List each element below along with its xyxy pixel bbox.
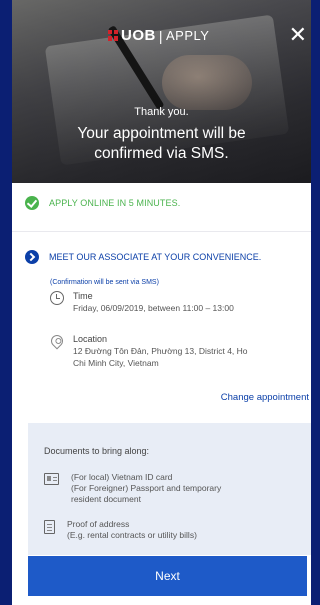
id-card-icon — [44, 473, 59, 485]
document-item-id: (For local) Vietnam ID card (For Foreign… — [44, 472, 221, 505]
document-line: (For local) Vietnam ID card — [71, 472, 173, 482]
location-line-2: Chi Minh City, Vietnam — [73, 358, 159, 368]
close-icon[interactable]: ✕ — [289, 24, 307, 46]
time-value: Friday, 06/09/2019, between 11:00 – 13:0… — [73, 303, 234, 313]
divider — [12, 231, 311, 232]
document-icon — [44, 520, 55, 534]
uob-logo-icon — [108, 30, 118, 41]
document-item-address: Proof of address (E.g. rental contracts … — [44, 519, 197, 541]
appointment-location: Location 12 Đường Tôn Đản, Phường 13, Di… — [48, 332, 248, 369]
brand-section: APPLY — [165, 28, 210, 43]
document-line: Proof of address — [67, 519, 130, 529]
check-circle-icon — [25, 196, 39, 210]
arrow-circle-icon — [25, 250, 39, 264]
location-line-1: 12 Đường Tôn Đản, Phường 13, District 4,… — [73, 346, 248, 356]
time-label: Time — [73, 291, 93, 301]
document-line: resident document — [71, 494, 141, 504]
location-label: Location — [73, 334, 108, 344]
document-line: (For Foreigner) Passport and temporary — [71, 483, 222, 493]
confirmation-line-2: confirmed via SMS. — [94, 145, 229, 162]
location-pin-icon — [48, 332, 66, 350]
documents-panel: Documents to bring along: (For local) Vi… — [28, 423, 311, 555]
hero-banner: UOB | APPLY ✕ Thank you. Your appointmen… — [12, 0, 311, 183]
thank-you-text: Thank you. — [134, 106, 189, 118]
step-meet-associate: MEET OUR ASSOCIATE AT YOUR CONVENIENCE. — [25, 250, 261, 264]
step-apply-online: APPLY ONLINE IN 5 MINUTES. — [25, 196, 180, 210]
app-screen: UOB | APPLY ✕ Thank you. Your appointmen… — [12, 0, 311, 605]
step-apply-online-label: APPLY ONLINE IN 5 MINUTES. — [49, 198, 181, 208]
document-line: (E.g. rental contracts or utility bills) — [67, 530, 197, 540]
brand-name: UOB — [121, 27, 156, 44]
sms-note: (Confirmation will be sent via SMS) — [50, 279, 159, 286]
confirmation-line-1: Your appointment will be — [77, 125, 246, 142]
brand-logo: UOB | APPLY — [108, 27, 209, 44]
documents-title: Documents to bring along: — [44, 446, 150, 456]
next-button[interactable]: Next — [28, 556, 307, 596]
change-appointment-link[interactable]: Change appointment — [221, 392, 309, 403]
brand-separator: | — [158, 27, 163, 44]
step-meet-associate-label: MEET OUR ASSOCIATE AT YOUR CONVENIENCE. — [49, 252, 262, 262]
appointment-time: Time Friday, 06/09/2019, between 11:00 –… — [50, 290, 234, 314]
confirmation-heading: Your appointment will be confirmed via S… — [12, 124, 311, 164]
clock-icon — [50, 291, 64, 305]
